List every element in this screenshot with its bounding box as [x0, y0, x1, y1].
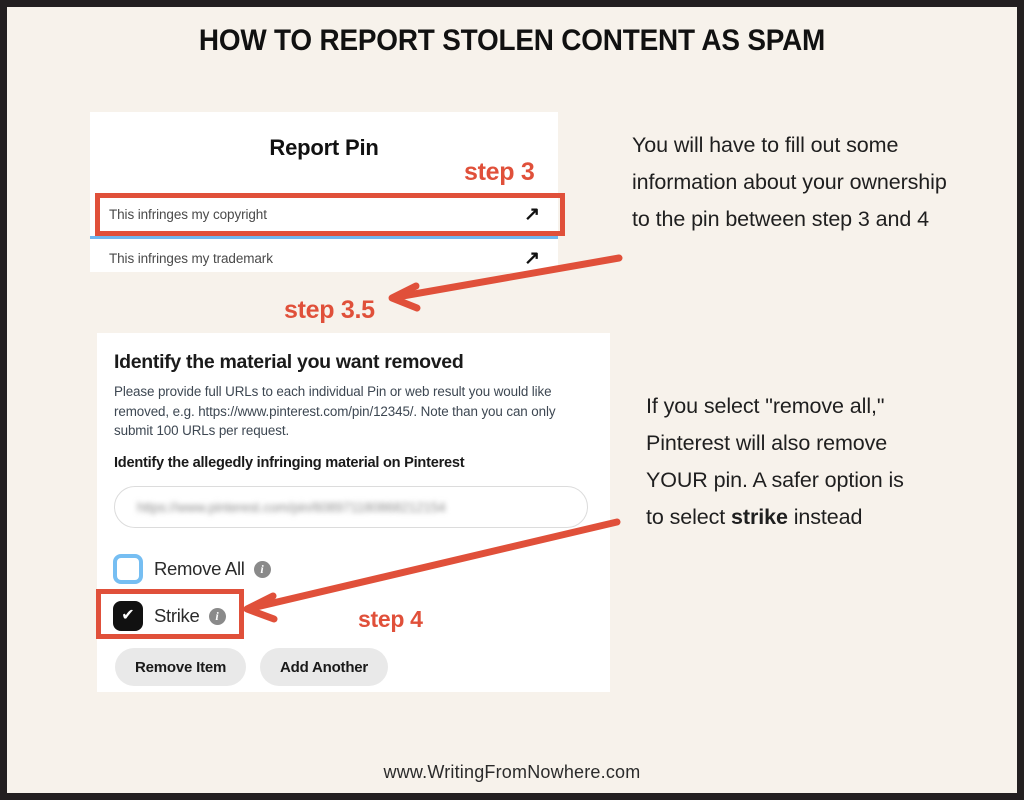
checkbox-row-strike[interactable]: ✔ Strike i: [113, 601, 226, 631]
arrow-head-step35: [388, 282, 421, 312]
annotation-strike-bold: strike: [731, 505, 788, 529]
checkbox-row-remove-all[interactable]: Remove All i: [113, 554, 271, 584]
checkbox-remove-all-label: Remove All: [154, 558, 245, 579]
annotation-strike-text-part2: instead: [787, 505, 863, 529]
step-4-label: step 4: [358, 606, 423, 632]
external-link-arrow-icon: ↗: [524, 247, 540, 269]
checkbox-strike[interactable]: ✔: [113, 601, 143, 631]
annotation-strike-text: If you select "remove all," Pinterest wi…: [646, 388, 916, 536]
step-35-label: step 3.5: [284, 296, 375, 324]
report-pin-card: Report Pin This infringes my copyright ↗…: [90, 112, 558, 272]
step-3-label: step 3: [464, 158, 535, 186]
report-option-copyright-label: This infringes my copyright: [109, 206, 267, 222]
page-title: HOW TO REPORT STOLEN CONTENT AS SPAM: [198, 24, 826, 57]
identify-card-body: Please provide full URLs to each individ…: [114, 384, 556, 438]
checkbox-remove-all[interactable]: [113, 554, 143, 584]
remove-item-button[interactable]: Remove Item: [115, 648, 247, 686]
identify-material-card: Identify the material you want removed P…: [97, 333, 610, 692]
external-link-arrow-icon: ↗: [524, 203, 540, 225]
info-icon[interactable]: i: [208, 607, 226, 625]
report-option-trademark[interactable]: This infringes my trademark ↗: [90, 237, 558, 279]
url-input[interactable]: https://www.pinterest.com/pin/6089711808…: [114, 486, 588, 528]
checkmark-icon: ✔: [121, 607, 135, 624]
identify-card-heading: Identify the material you want removed: [114, 351, 464, 373]
url-input-value: https://www.pinterest.com/pin/6089711808…: [137, 499, 446, 515]
identify-card-subheading: Identify the allegedly infringing materi…: [114, 455, 465, 471]
report-option-trademark-label: This infringes my trademark: [109, 250, 273, 266]
infographic-canvas: HOW TO REPORT STOLEN CONTENT AS SPAM Rep…: [0, 0, 1024, 800]
checkbox-strike-label: Strike: [154, 605, 200, 626]
report-option-copyright[interactable]: This infringes my copyright ↗: [90, 193, 558, 235]
annotation-step35-text: You will have to fill out some informati…: [632, 133, 947, 231]
add-another-button[interactable]: Add Another: [260, 648, 389, 686]
info-icon[interactable]: i: [253, 560, 271, 578]
footer-url: www.WritingFromNowhere.com: [383, 762, 641, 782]
